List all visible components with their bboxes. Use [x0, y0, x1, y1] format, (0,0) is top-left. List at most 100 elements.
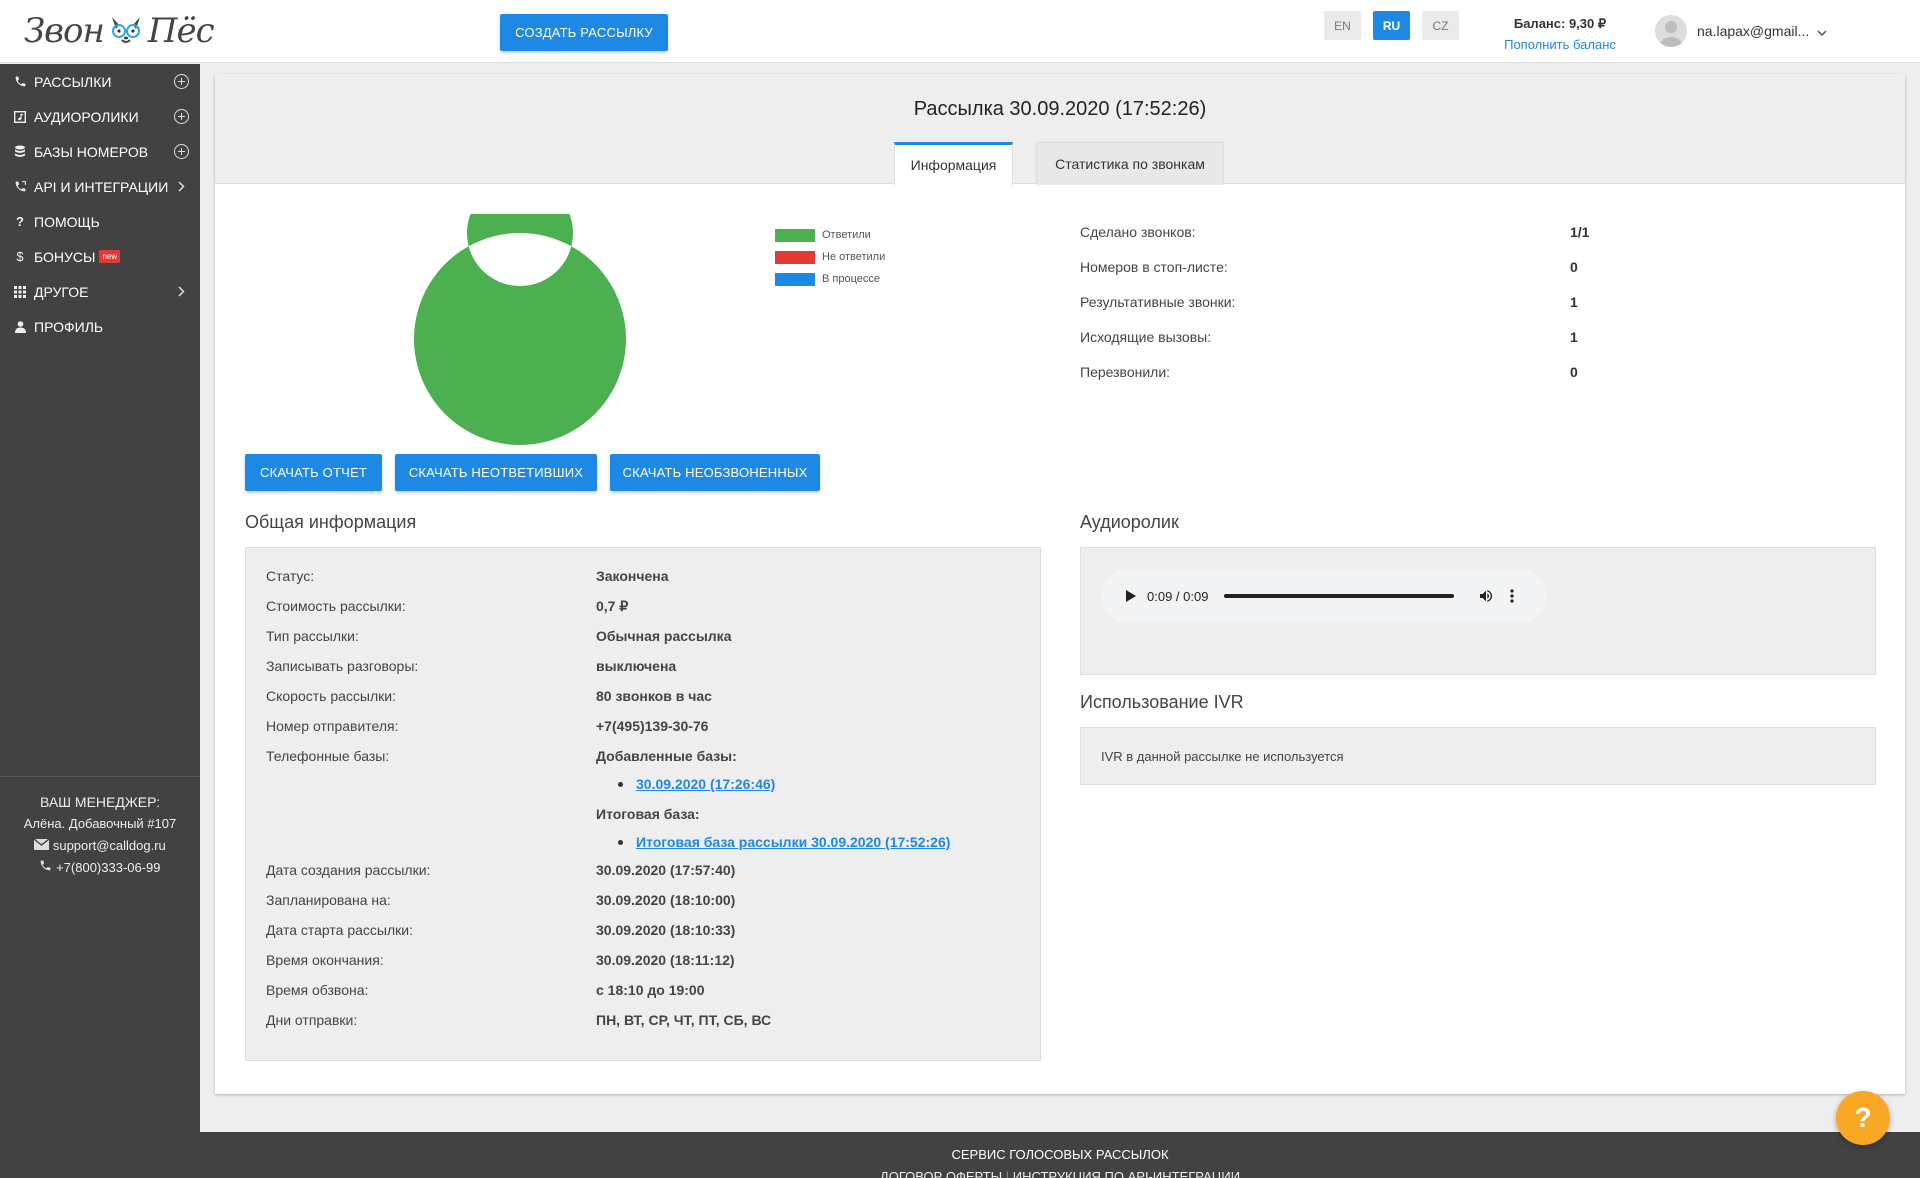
dog-logo-icon — [106, 11, 146, 51]
stat-label: Результативные звонки: — [1080, 293, 1236, 310]
ivr-text: IVR в данной рассылке не используется — [1101, 748, 1344, 764]
info-value: Добавленные базы: — [596, 748, 737, 764]
info-label: Записывать разговоры: — [266, 658, 419, 674]
sidebar-item-other[interactable]: ДРУГОЕ — [0, 274, 200, 309]
sidebar-item-campaigns[interactable]: РАССЫЛКИ — [0, 64, 200, 99]
footer-title: СЕРВИС ГОЛОСОВЫХ РАССЫЛОК — [951, 1147, 1169, 1162]
general-info-title: Общая информация — [245, 512, 417, 532]
sidebar-item-api[interactable]: API И ИНТЕГРАЦИИ — [0, 169, 200, 204]
volume-icon[interactable] — [1478, 588, 1494, 604]
question-icon: ? — [16, 214, 24, 229]
offer-agreement-link[interactable]: ДОГОВОР ОФЕРТЫ — [880, 1169, 1002, 1178]
info-label: Время обзвона: — [266, 982, 369, 998]
logo[interactable]: Звон Пёс — [24, 8, 215, 54]
add-circle-icon[interactable] — [173, 143, 190, 160]
final-base-label: Итоговая база: — [596, 806, 700, 822]
audio-progress-track[interactable] — [1224, 594, 1455, 598]
stat-row: Перезвонили: 0 — [1080, 354, 1600, 389]
info-label: Дата создания рассылки: — [266, 862, 431, 878]
audio-box: 0:09 / 0:09 — [1080, 547, 1876, 675]
download-not-called-button[interactable]: СКАЧАТЬ НЕОБЗВОНЕННЫХ — [610, 454, 820, 491]
sidebar-item-label: БОНУСЫ — [34, 248, 96, 265]
info-value: +7(495)139-30-76 — [596, 718, 709, 734]
lang-ru-button[interactable]: RU — [1373, 11, 1410, 40]
create-campaign-button[interactable]: СОЗДАТЬ РАССЫЛКУ — [500, 14, 668, 51]
legend-swatch — [775, 228, 815, 242]
sidebar-item-label: АУДИОРОЛИКИ — [34, 108, 139, 125]
bullet — [618, 782, 623, 787]
sidebar-item-profile[interactable]: ПРОФИЛЬ — [0, 309, 200, 344]
info-value: ПН, ВТ, СР, ЧТ, ПТ, СБ, ВС — [596, 1012, 772, 1028]
info-label: Дни отправки: — [266, 1012, 358, 1028]
stat-label: Сделано звонков: — [1080, 223, 1196, 240]
stat-label: Номеров в стоп-листе: — [1080, 258, 1228, 275]
stat-value: 1 — [1570, 293, 1578, 310]
tab-info[interactable]: Информация — [894, 142, 1013, 185]
info-value: 30.09.2020 (18:10:00) — [596, 892, 736, 908]
topup-balance-link[interactable]: Пополнить баланс — [1490, 37, 1630, 52]
card-header: Рассылка 30.09.2020 (17:52:26) Информаци… — [215, 74, 1905, 185]
legend-label: В процессе — [822, 273, 880, 285]
sidebar-item-label: ПОМОЩЬ — [34, 213, 100, 230]
dollar-icon: $ — [16, 249, 24, 264]
sidebar-item-audio[interactable]: АУДИОРОЛИКИ — [0, 99, 200, 134]
sidebar-item-label: ПРОФИЛЬ — [34, 318, 104, 335]
manager-info: ВАШ МЕНЕДЖЕР: Алёна. Добавочный #107 sup… — [0, 776, 200, 879]
more-vertical-icon[interactable] — [1510, 589, 1515, 603]
add-circle-icon[interactable] — [173, 108, 190, 125]
stat-row: Исходящие вызовы: 1 — [1080, 319, 1600, 354]
stat-row: Номеров в стоп-листе: 0 — [1080, 249, 1600, 284]
help-button[interactable]: ? — [1836, 1091, 1890, 1145]
play-icon[interactable] — [1125, 589, 1137, 603]
add-circle-icon[interactable] — [173, 73, 190, 90]
lang-cz-button[interactable]: CZ — [1422, 11, 1459, 40]
audio-title: Аудиоролик — [1080, 512, 1179, 532]
sidebar-item-label: БАЗЫ НОМЕРОВ — [34, 143, 149, 160]
footer: СЕРВИС ГОЛОСОВЫХ РАССЫЛОК ДОГОВОР ОФЕРТЫ… — [200, 1132, 1920, 1178]
stat-label: Исходящие вызовы: — [1080, 328, 1212, 345]
chevron-right-icon — [173, 283, 190, 300]
sidebar-item-databases[interactable]: БАЗЫ НОМЕРОВ — [0, 134, 200, 169]
stat-value: 0 — [1570, 258, 1578, 275]
info-label: Дата старта рассылки: — [266, 922, 413, 938]
phone-icon — [39, 860, 56, 875]
download-unanswered-button[interactable]: СКАЧАТЬ НЕОТВЕТИВШИХ — [395, 454, 597, 491]
info-label: Время окончания: — [266, 952, 384, 968]
bullet — [618, 840, 623, 845]
page-title: Рассылка 30.09.2020 (17:52:26) — [913, 98, 1207, 120]
sidebar-item-help[interactable]: ? ПОМОЩЬ — [0, 204, 200, 239]
chevron-down-icon — [1817, 23, 1827, 39]
donut-chart — [414, 214, 626, 445]
info-value: Обычная рассылка — [596, 628, 732, 644]
info-label: Скорость рассылки: — [266, 688, 396, 704]
stat-value: 1 — [1570, 328, 1578, 345]
audio-time: 0:09 / 0:09 — [1147, 588, 1209, 604]
added-base-link[interactable]: 30.09.2020 (17:26:46) — [636, 776, 775, 792]
manager-phone[interactable]: +7(800)333-06-99 — [56, 860, 160, 875]
person-icon — [13, 320, 27, 333]
legend-label: Ответили — [822, 229, 871, 241]
download-report-button[interactable]: СКАЧАТЬ ОТЧЕТ — [245, 454, 382, 491]
sidebar-item-bonuses[interactable]: $ БОНУСЫ new — [0, 239, 200, 274]
call-stats: Сделано звонков: 1/1 Номеров в стоп-листе… — [1080, 214, 1600, 389]
legend-item: Не ответили — [775, 246, 885, 268]
info-label: Тип рассылки: — [266, 628, 359, 644]
phone-icon — [13, 75, 27, 88]
campaign-card: Рассылка 30.09.2020 (17:52:26) Информаци… — [215, 74, 1905, 1094]
api-instructions-link[interactable]: ИНСТРУКЦИЯ ПО API-ИНТЕГРАЦИИ — [1013, 1169, 1240, 1178]
sidebar: РАССЫЛКИ АУДИОРОЛИКИ БАЗЫ НОМЕРОВ API И … — [0, 64, 200, 1178]
stat-row: Результативные звонки: 1 — [1080, 284, 1600, 319]
manager-email[interactable]: support@calldog.ru — [53, 838, 166, 853]
user-email: na.lapax@gmail... — [1697, 23, 1810, 39]
lang-en-button[interactable]: EN — [1324, 11, 1361, 40]
new-badge: new — [99, 250, 121, 263]
audio-player[interactable]: 0:09 / 0:09 — [1101, 569, 1547, 623]
user-menu[interactable]: na.lapax@gmail... — [1655, 15, 1827, 47]
stat-row: Сделано звонков: 1/1 — [1080, 214, 1600, 249]
stat-value: 1/1 — [1570, 223, 1590, 240]
legend-swatch — [775, 272, 815, 286]
final-base-link[interactable]: Итоговая база рассылки 30.09.2020 (17:52… — [636, 834, 950, 850]
tab-call-stats[interactable]: Статистика по звонкам — [1036, 142, 1224, 185]
legend-label: Не ответили — [822, 251, 886, 263]
grid-icon — [13, 285, 27, 298]
